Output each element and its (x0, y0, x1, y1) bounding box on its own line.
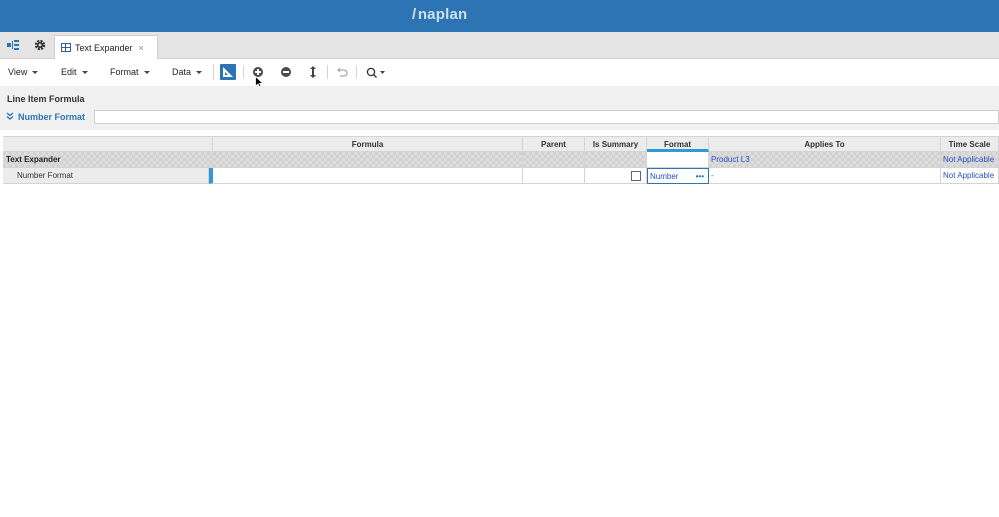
search-button[interactable] (364, 64, 388, 80)
row-label[interactable]: Number Format (3, 168, 209, 184)
menu-format[interactable]: Format (110, 67, 150, 77)
is-summary-cell[interactable] (585, 152, 647, 168)
caret-down-icon (81, 70, 88, 74)
formula-cell[interactable] (213, 152, 523, 168)
selected-line-item-label: Number Format (18, 112, 86, 122)
gear-icon[interactable] (33, 38, 47, 52)
close-icon[interactable]: × (139, 43, 144, 53)
toolbar-divider (213, 65, 214, 79)
is-summary-checkbox[interactable] (631, 171, 641, 181)
formula-input[interactable] (94, 110, 999, 124)
menu-view-label: View (8, 67, 28, 77)
time-scale-cell[interactable]: Not Applicable (941, 152, 999, 168)
table-row: Text Expander Product L3 Not Applicable (3, 152, 999, 168)
applies-to-cell[interactable]: Product L3 (709, 152, 941, 168)
ruler-icon (223, 67, 233, 77)
more-options-icon[interactable]: ••• (696, 169, 704, 183)
column-header-parent[interactable]: Parent (523, 136, 585, 152)
move-button[interactable] (305, 64, 321, 80)
grid-header-row: Formula Parent Is Summary Format Applies… (3, 136, 999, 152)
menu-edit-label: Edit (61, 67, 77, 77)
grid-icon (61, 43, 71, 52)
format-cell[interactable] (647, 152, 709, 168)
menu-edit[interactable]: Edit (61, 67, 88, 77)
tab-text-expander[interactable]: Text Expander × (54, 35, 158, 59)
move-icon (310, 66, 316, 78)
menu-data[interactable]: Data (172, 67, 203, 77)
column-header-is-summary[interactable]: Is Summary (585, 136, 647, 152)
toolbar-divider (356, 65, 357, 79)
formula-toggle-button[interactable] (220, 64, 236, 80)
delete-button[interactable] (278, 64, 294, 80)
search-icon (366, 67, 385, 78)
table-row: Number Format Number ••• - Not Applicabl… (3, 168, 999, 184)
is-summary-cell (585, 168, 647, 184)
column-header-format[interactable]: Format (647, 136, 709, 152)
toolbar-divider (243, 65, 244, 79)
menu-format-label: Format (110, 67, 139, 77)
row-label[interactable]: Text Expander (3, 152, 213, 168)
tab-strip: Text Expander × (0, 32, 999, 59)
menu-view[interactable]: View (8, 67, 39, 77)
top-bar: / naplan (0, 0, 999, 32)
toolbar: View Edit Format Data (0, 59, 999, 89)
column-header-applies-to[interactable]: Applies To (709, 136, 941, 152)
anaplan-logo: / naplan (412, 6, 468, 23)
caret-down-icon (32, 70, 39, 74)
tab-label: Text Expander (75, 42, 133, 53)
format-cell-editor[interactable]: Number ••• (647, 168, 709, 184)
menu-data-label: Data (172, 67, 192, 77)
column-header-formula[interactable]: Formula (213, 136, 523, 152)
column-header-time-scale[interactable]: Time Scale (941, 136, 999, 152)
parent-cell[interactable] (523, 152, 585, 168)
header-corner (3, 136, 213, 152)
caret-down-icon (196, 70, 203, 74)
delete-icon (281, 67, 291, 77)
applies-to-cell[interactable]: - (709, 168, 941, 184)
line-item-formula-panel: Line Item Formula Number Format (0, 86, 999, 130)
parent-cell[interactable] (523, 168, 585, 184)
time-scale-cell[interactable]: Not Applicable (941, 168, 999, 184)
format-value: Number (650, 172, 679, 181)
tree-icon[interactable] (6, 38, 20, 52)
formula-cell[interactable] (209, 168, 523, 184)
toolbar-divider (327, 65, 328, 79)
formula-panel-title: Line Item Formula (7, 94, 85, 104)
caret-down-icon (143, 70, 150, 74)
undo-icon (337, 67, 348, 77)
selected-line-item[interactable]: Number Format (6, 112, 85, 122)
double-chevron-down-icon (6, 112, 14, 122)
undo-button[interactable] (334, 64, 350, 80)
